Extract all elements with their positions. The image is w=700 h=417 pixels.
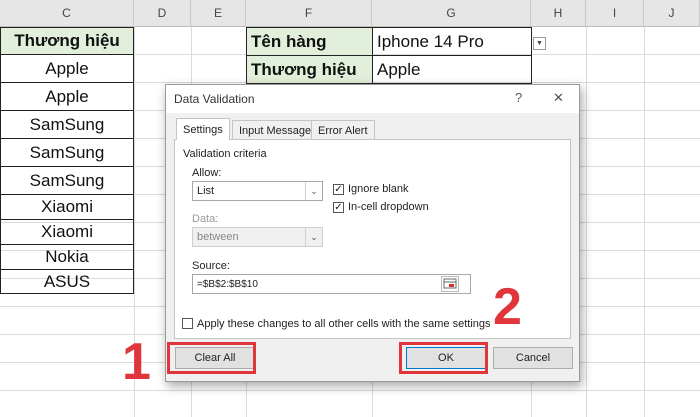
close-icon[interactable]: ✕ [553, 90, 564, 106]
brand-cell[interactable]: SamSung [0, 139, 134, 167]
incell-dropdown-checkbox[interactable]: ✓ [333, 202, 344, 213]
tab-error-alert[interactable]: Error Alert [311, 120, 375, 140]
ignore-blank-checkbox[interactable]: ✓ [333, 184, 344, 195]
brand-header-cell[interactable]: Thương hiệu [0, 27, 134, 55]
cell-dropdown-arrow-icon[interactable]: ▼ [533, 37, 546, 50]
apply-all-label: Apply these changes to all other cells w… [197, 318, 491, 330]
brand-cell[interactable]: Nokia [0, 245, 134, 270]
chevron-down-icon: ⌄ [305, 182, 322, 200]
validation-criteria-label: Validation criteria [183, 148, 267, 160]
brand-cell[interactable]: Apple [0, 55, 134, 83]
help-icon[interactable]: ? [515, 90, 522, 105]
brand-cell[interactable]: SamSung [0, 167, 134, 195]
column-header-d[interactable]: D [134, 0, 191, 27]
step-number-2: 2 [493, 278, 522, 336]
brand-cell[interactable]: Xiaomi [0, 195, 134, 220]
chevron-down-icon: ⌄ [305, 228, 322, 246]
allow-select[interactable]: List ⌄ [192, 181, 323, 201]
apply-all-checkbox[interactable] [182, 318, 193, 329]
brand-cell[interactable]: Apple [0, 83, 134, 111]
source-label: Source: [192, 260, 230, 272]
highlight-ok [399, 342, 488, 374]
brand-label[interactable]: Thương hiệu [246, 55, 373, 84]
ignore-blank-label: Ignore blank [348, 183, 409, 195]
brand-cell[interactable]: SamSung [0, 111, 134, 139]
column-header-f[interactable]: F [246, 0, 372, 27]
brand-cell[interactable]: Xiaomi [0, 220, 134, 245]
data-select: between ⌄ [192, 227, 323, 247]
data-validation-dialog: Data Validation ? ✕ Settings Input Messa… [165, 84, 580, 382]
data-label: Data: [192, 213, 219, 225]
source-input[interactable]: =$B$2:$B$10 [192, 274, 471, 294]
dialog-title: Data Validation [174, 92, 255, 106]
product-name-label[interactable]: Tên hàng [246, 27, 373, 56]
cancel-button[interactable]: Cancel [493, 347, 573, 369]
allow-label: Allow: [192, 167, 222, 179]
dialog-titlebar[interactable]: Data Validation ? ✕ [166, 85, 579, 113]
column-header-c[interactable]: C [0, 0, 134, 27]
range-picker-icon[interactable] [441, 276, 459, 292]
column-header-e[interactable]: E [191, 0, 246, 27]
brand-value[interactable]: Apple [372, 55, 532, 84]
column-header-h[interactable]: H [531, 0, 586, 27]
product-name-value[interactable]: Iphone 14 Pro [372, 27, 532, 56]
highlight-clear-all [167, 342, 256, 374]
column-header-i[interactable]: I [586, 0, 644, 27]
column-header-j[interactable]: J [644, 0, 700, 27]
step-number-1: 1 [122, 333, 151, 391]
tab-input-message[interactable]: Input Message [232, 120, 319, 140]
incell-dropdown-label: In-cell dropdown [348, 201, 429, 213]
column-header-g[interactable]: G [372, 0, 531, 27]
brand-cell[interactable]: ASUS [0, 270, 134, 294]
tab-settings[interactable]: Settings [176, 118, 230, 140]
